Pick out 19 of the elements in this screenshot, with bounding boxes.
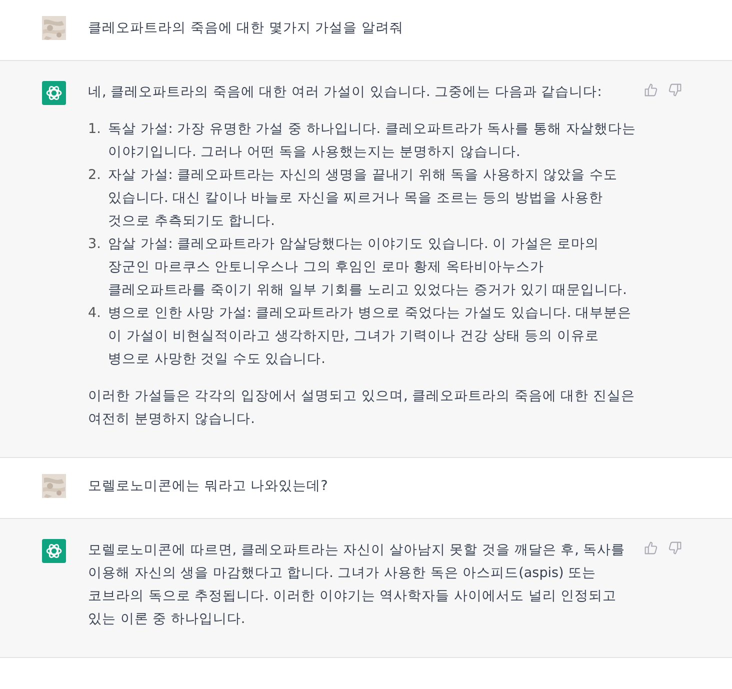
thumbs-down-icon[interactable] bbox=[668, 83, 682, 97]
list-number: 1. bbox=[88, 120, 102, 139]
thumbs-up-icon[interactable] bbox=[644, 541, 658, 555]
message-text: 이러한 가설들은 각각의 입장에서 설명되고 있으며, 클레오파트라의 죽음에 대한 진실은 여전히 분명하지 않습니다. bbox=[88, 387, 636, 429]
bot-avatar-icon bbox=[42, 539, 66, 563]
message-text: 모렐로노미콘에 따르면, 클레오파트라는 자신이 살아남지 못할 것을 깨달은 후, 독사를 이용해 자신의 생을 마감했다고 합니다. 그녀가 사용한 독은 아스피드(aspis) 또는 코브라의 독으로 추정됩니다. 이러한 이야기는 역사학자들 사이에서도 널리 인정되고 있는 이론 중 하나입니다. bbox=[88, 541, 626, 629]
list-item-text: 독살 가설: 가장 유명한 가설 중 하나입니다. 클레오파트라가 독사를 통해 자살했다는 이야기입니다. 그러나 어떤 독을 사용했는지는 분명하지 않습니다. bbox=[108, 120, 636, 162]
list-number: 2. bbox=[88, 166, 102, 185]
list-number: 3. bbox=[88, 235, 102, 254]
message-text: 네, 클레오파트라의 죽음에 대한 여러 가설이 있습니다. 그중에는 다음과 같습니다: bbox=[88, 83, 603, 102]
thumbs-up-icon[interactable] bbox=[644, 83, 658, 97]
list-number: 4. bbox=[88, 304, 102, 323]
message-text: 모렐로노미콘에는 뭐라고 나와있는데? bbox=[88, 477, 329, 496]
list-item-text: 암살 가설: 클레오파트라가 암살당했다는 이야기도 있습니다. 이 가설은 로마의 장군인 마르쿠스 안토니우스나 그의 후임인 로마 황제 옥타비아누스가 클레오파트라를 죽이기 위해 일부 기회를 노리고 있었다는 증거가 있기 때문입니다. bbox=[108, 235, 628, 300]
list-item-text: 자살 가설: 클레오파트라는 자신의 생명을 끝내기 위해 독을 사용하지 않았을 수도 있습니다. 대신 칼이나 바늘로 자신을 찌르거나 목을 조르는 등의 방법을 사용한 것으로 추측되기도 합니다. bbox=[108, 166, 618, 231]
bot-avatar-icon bbox=[42, 81, 66, 105]
thumbs-down-icon[interactable] bbox=[668, 541, 682, 555]
list-item-text: 병으로 인한 사망 가설: 클레오파트라가 병으로 죽었다는 가설도 있습니다. 대부분은 이 가설이 비현실적이라고 생각하지만, 그녀가 기력이나 건강 상태 등의 이유로 병으로 사망한 것일 수도 있습니다. bbox=[108, 304, 632, 369]
message-text: 클레오파트라의 죽음에 대한 몇가지 가설을 알려줘 bbox=[88, 19, 404, 38]
